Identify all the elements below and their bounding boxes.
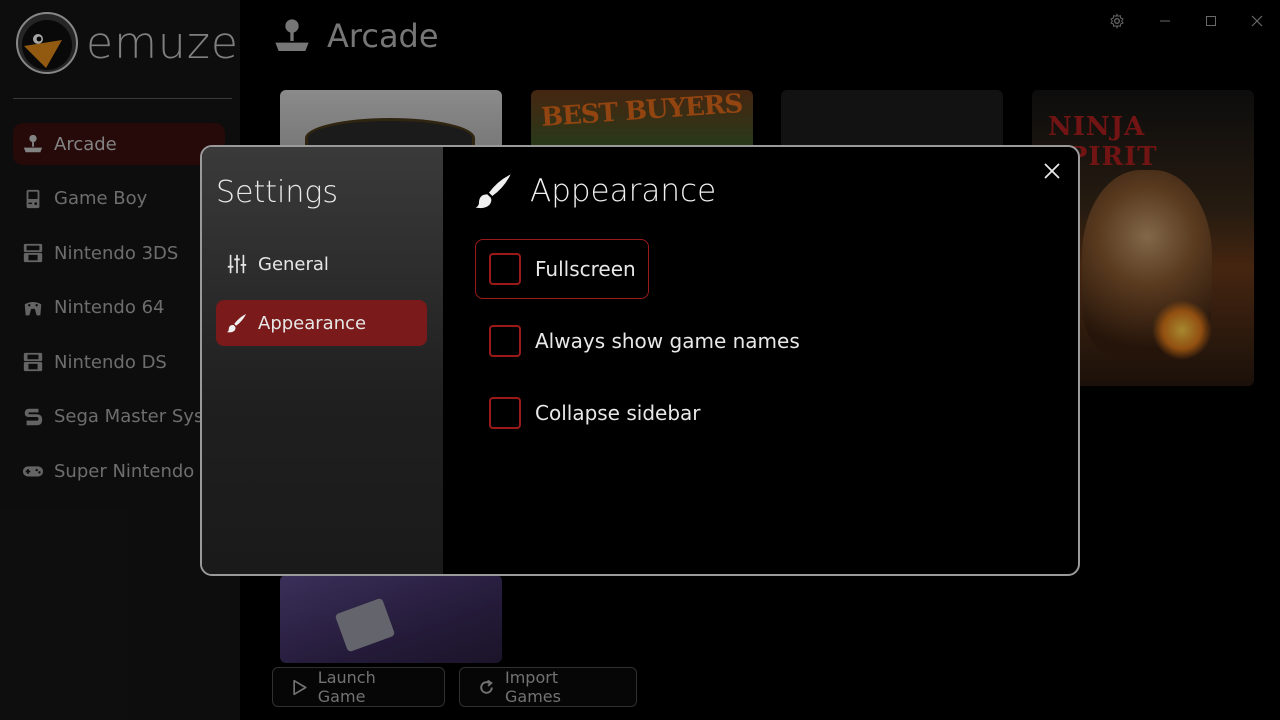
- section-header: Appearance: [474, 171, 716, 211]
- paintbrush-icon: [226, 313, 247, 333]
- settings-tab-label: General: [258, 253, 329, 275]
- section-title: Appearance: [530, 173, 717, 209]
- option-label: Collapse sidebar: [535, 401, 701, 425]
- settings-tab-label: Appearance: [258, 312, 367, 334]
- settings-title: Settings: [216, 175, 339, 210]
- sliders-icon: [227, 254, 247, 274]
- show-game-names-checkbox[interactable]: [489, 325, 521, 357]
- option-label: Always show game names: [535, 329, 800, 353]
- collapse-sidebar-checkbox[interactable]: [489, 397, 521, 429]
- settings-tab-appearance[interactable]: Appearance: [216, 300, 427, 346]
- close-icon: [1044, 163, 1060, 179]
- close-dialog-button[interactable]: [1040, 159, 1064, 183]
- fullscreen-checkbox[interactable]: [489, 253, 521, 285]
- option-label: Fullscreen: [535, 257, 636, 281]
- settings-sidebar: Settings General Appearance: [202, 147, 443, 574]
- fullscreen-option[interactable]: Fullscreen: [475, 239, 649, 299]
- settings-tab-general[interactable]: General: [216, 241, 427, 287]
- paintbrush-icon: [475, 174, 511, 209]
- settings-nav: General Appearance: [216, 241, 427, 359]
- settings-dialog: Settings General Appearance Appearance F…: [200, 145, 1080, 576]
- collapse-sidebar-option[interactable]: Collapse sidebar: [475, 383, 714, 443]
- show-game-names-option[interactable]: Always show game names: [475, 311, 813, 371]
- settings-content: Appearance Fullscreen Always show game n…: [443, 147, 1078, 574]
